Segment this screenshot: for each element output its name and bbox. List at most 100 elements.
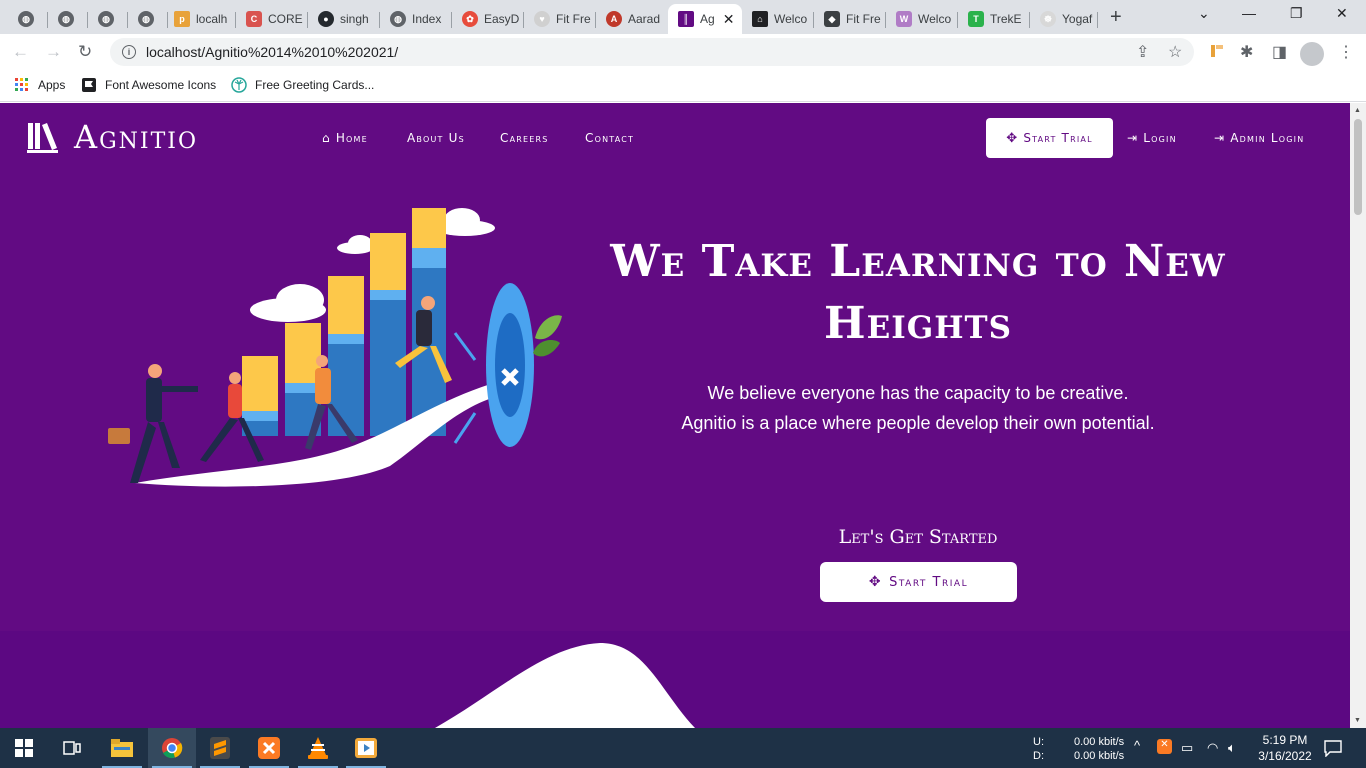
easy-icon: ✿ — [462, 11, 478, 27]
clock-time[interactable]: 5:19 PM — [1255, 733, 1315, 747]
close-window-icon[interactable]: ✕ — [1336, 5, 1348, 22]
browser-tab[interactable]: ◍ — [48, 4, 88, 34]
windows-taskbar: U: D: 0.00 kbit/s 0.00 kbit/s ^ ✕ ▭ ◠ 🔈︎… — [0, 728, 1366, 768]
nav-about[interactable]: About Us — [407, 131, 465, 145]
chevron-up-icon[interactable]: ^ — [1134, 738, 1140, 753]
fit-icon: ♥ — [534, 11, 550, 27]
windows-start-icon[interactable] — [0, 728, 48, 768]
browser-tab[interactable]: ⌂ Welco — [742, 4, 814, 34]
globe-icon: ◍ — [138, 11, 154, 27]
tab-title: Aarad — [628, 12, 661, 26]
browser-tab[interactable]: ◍ Index — [380, 4, 452, 34]
home-icon: ⌂ — [322, 131, 331, 145]
browser-tab[interactable]: ◍ — [128, 4, 168, 34]
browser-tab[interactable]: ☸ Yogaf — [1030, 4, 1098, 34]
nav-contact[interactable]: Contact — [585, 131, 634, 145]
notification-icon[interactable] — [1324, 739, 1342, 757]
welco-icon: W — [896, 11, 912, 27]
tab-title: CORE — [268, 12, 303, 26]
scroll-up-icon[interactable]: ▲ — [1354, 107, 1361, 114]
clock-date[interactable]: 3/16/2022 — [1250, 749, 1320, 763]
url-text[interactable]: localhost/Agnitio%2014%2010%202021/ — [146, 44, 398, 60]
brand[interactable]: Agnitio — [27, 118, 198, 156]
globe-icon: ◍ — [58, 11, 74, 27]
browser-tab[interactable]: T TrekE — [958, 4, 1030, 34]
browser-tab[interactable]: ● singh — [308, 4, 380, 34]
browser-tab[interactable]: p localh — [164, 4, 236, 34]
browser-tab[interactable]: ✿ EasyD — [452, 4, 524, 34]
bookmark-font-awesome[interactable]: Font Awesome Icons — [81, 77, 216, 93]
nav-login[interactable]: ⇥ Login — [1127, 131, 1177, 145]
hero-illustration — [108, 208, 562, 487]
nav-admin-login[interactable]: ⇥ Admin Login — [1214, 131, 1304, 145]
bookmark-apps[interactable]: Apps — [14, 77, 65, 93]
bookmark-label: Free Greeting Cards... — [255, 78, 375, 92]
close-icon[interactable]: ✕ — [723, 11, 735, 28]
battery-icon[interactable]: ▭ — [1181, 740, 1193, 756]
tab-title: Yogaf — [1062, 12, 1093, 26]
xampp-icon[interactable] — [245, 728, 293, 768]
start-trial-label: Start Trial — [1023, 131, 1093, 145]
new-tab-icon[interactable]: + — [1110, 6, 1122, 29]
bookmark-star-icon[interactable]: ☆ — [1168, 42, 1182, 62]
wifi-icon[interactable]: ◠ — [1207, 740, 1218, 756]
start-trial-button[interactable]: ✥ Start Trial — [986, 118, 1113, 158]
palm-icon — [231, 77, 247, 93]
restore-icon[interactable]: ❐ — [1290, 5, 1303, 22]
agnitio-icon: ║ — [678, 11, 694, 27]
chrome-icon[interactable] — [148, 728, 196, 768]
aarad-icon: A — [606, 11, 622, 27]
browser-tab[interactable]: ◆ Fit Fre — [814, 4, 886, 34]
bookmarks-bar: Apps Font Awesome Icons Free Greeting Ca… — [0, 70, 1366, 102]
yoga-icon: ☸ — [1040, 11, 1056, 27]
paw-icon: ✥ — [1006, 130, 1019, 146]
cta-heading: Let's Get Started — [838, 526, 998, 548]
hero-title: We Take Learning to New Heights — [610, 236, 1226, 349]
browser-tab[interactable]: ◍ — [88, 4, 128, 34]
xampp-tray-icon[interactable]: ✕ — [1157, 739, 1172, 754]
tab-search-icon[interactable]: ⌄ — [1198, 5, 1210, 22]
scrollbar-thumb[interactable] — [1354, 119, 1362, 215]
browser-tab[interactable]: ♥ Fit Fre — [524, 4, 596, 34]
tab-title: Ag — [700, 12, 715, 26]
side-panel-icon[interactable]: ◨ — [1272, 42, 1287, 62]
browser-tab-active[interactable]: ║ Ag ✕ — [668, 4, 742, 34]
share-icon[interactable]: ⇪ — [1136, 42, 1149, 62]
address-bar[interactable]: i localhost/Agnitio%2014%2010%202021/ — [110, 38, 1194, 66]
site-info-icon[interactable]: i — [122, 45, 136, 59]
bookmark-greeting-cards[interactable]: Free Greeting Cards... — [231, 77, 374, 93]
scroll-down-icon[interactable]: ▼ — [1354, 717, 1361, 724]
extension-icon[interactable] — [1208, 42, 1226, 60]
cta-start-trial-button[interactable]: ✥ Start Trial — [820, 562, 1017, 602]
cta-button-label: Start Trial — [889, 574, 969, 590]
media-player-icon[interactable] — [342, 728, 390, 768]
profile-avatar[interactable] — [1300, 42, 1324, 66]
tab-title: Fit Fre — [556, 12, 591, 26]
nav-label: Careers — [500, 131, 549, 145]
page-scrollbar[interactable]: ▲ ▼ — [1350, 103, 1366, 728]
net-up-value: 0.00 kbit/s — [1074, 736, 1125, 748]
website-viewport: Agnitio ⌂ Home About Us Careers Contact … — [0, 103, 1350, 728]
nav-label: About Us — [407, 131, 465, 145]
speaker-icon[interactable]: 🔈︎ — [1228, 740, 1236, 756]
browser-tab[interactable]: A Aarad — [596, 4, 668, 34]
vlc-icon[interactable] — [294, 728, 342, 768]
puzzle-icon[interactable]: ✱ — [1240, 42, 1253, 62]
menu-kebab-icon[interactable]: ⋮ — [1338, 42, 1354, 62]
core-icon: C — [246, 11, 262, 27]
nav-home[interactable]: ⌂ Home — [322, 131, 368, 145]
task-view-icon[interactable] — [48, 728, 96, 768]
browser-tab[interactable]: ◍ — [8, 4, 48, 34]
file-explorer-icon[interactable] — [98, 728, 146, 768]
browser-tab[interactable]: C CORE — [236, 4, 308, 34]
nav-careers[interactable]: Careers — [500, 131, 549, 145]
reload-icon[interactable]: ↻ — [78, 42, 92, 62]
tab-title: localh — [196, 12, 228, 26]
forward-icon[interactable]: → — [45, 42, 62, 62]
apps-grid-icon — [15, 78, 28, 91]
browser-tab[interactable]: W Welco — [886, 4, 958, 34]
back-icon[interactable]: ← — [12, 42, 29, 62]
globe-icon: ◍ — [18, 11, 34, 27]
minimize-icon[interactable]: — — [1242, 5, 1256, 21]
sublime-icon[interactable] — [196, 728, 244, 768]
